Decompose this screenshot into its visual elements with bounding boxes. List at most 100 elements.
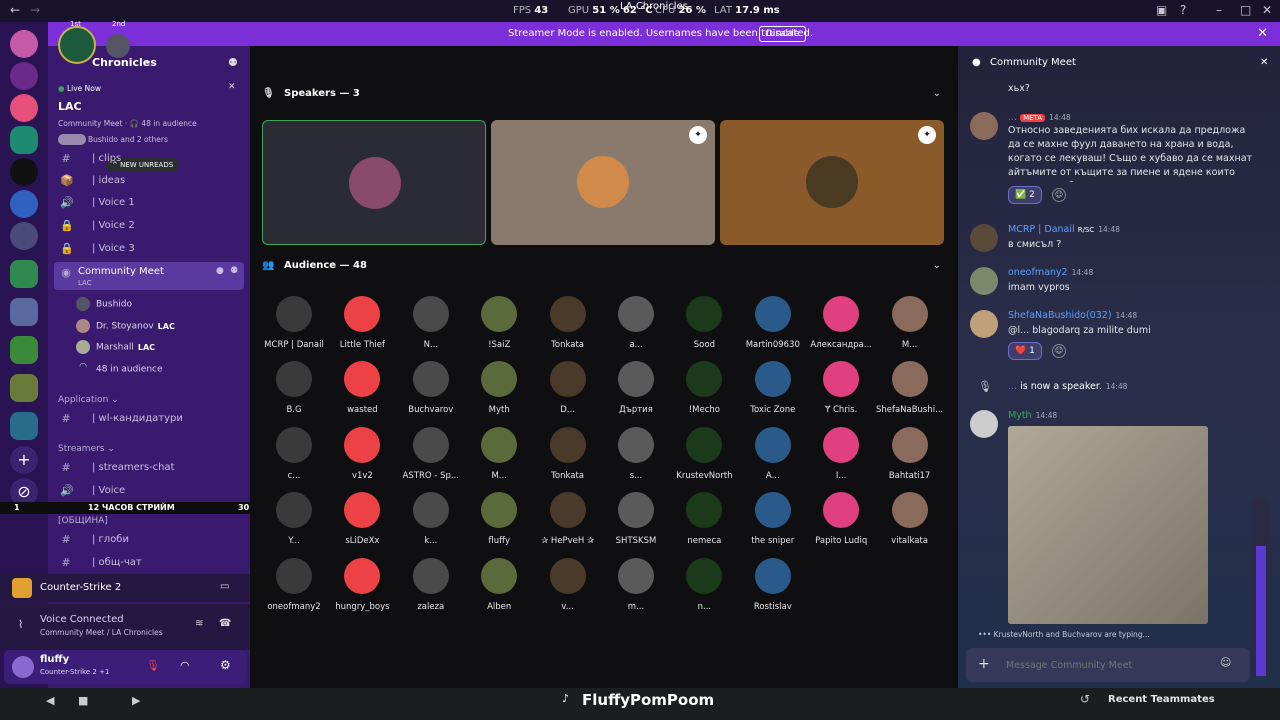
audience-member[interactable]: !Mecho [670, 361, 738, 423]
stop-icon[interactable]: ■ [78, 694, 88, 707]
server-folder[interactable] [10, 260, 38, 288]
minimize-icon[interactable]: – [1216, 3, 1222, 17]
close-chat-icon[interactable]: ✕ [1260, 57, 1268, 68]
audience-member[interactable]: nemeca [670, 492, 738, 554]
server-folder[interactable] [10, 374, 38, 402]
audience-member[interactable]: oneofmany2 [260, 557, 328, 620]
audience-member[interactable]: SHTSKSM [602, 492, 670, 554]
disable-button[interactable]: Disable [759, 26, 807, 42]
previous-icon[interactable]: ◀ [46, 694, 54, 707]
avatar[interactable] [970, 112, 998, 140]
stage-speaker[interactable]: Dr. Stoyanov LAC [76, 319, 175, 333]
server-icon[interactable] [10, 190, 38, 218]
channel-voice-1[interactable]: 🔊 | Voice 1 [48, 192, 250, 214]
audience-member[interactable]: B.G [260, 361, 328, 423]
audience-member[interactable]: Sood [670, 296, 738, 358]
share-screen-icon[interactable]: ▭ [220, 581, 229, 592]
emoji-icon[interactable]: ☺ [1220, 656, 1231, 669]
audience-member[interactable]: Александра... [807, 296, 875, 358]
audience-member[interactable]: sLiDeXx [328, 492, 396, 554]
audience-member[interactable]: Myth [465, 361, 533, 423]
audience-member[interactable]: Tonkata [534, 426, 602, 489]
speaker-tile[interactable]: ✦ [720, 120, 944, 245]
audience-member[interactable]: Papito Ludiq [807, 492, 875, 554]
audience-member[interactable]: Alben [465, 557, 533, 620]
audience-member[interactable]: Tonkata [534, 296, 602, 358]
next-icon[interactable]: ▶ [132, 694, 140, 707]
chevron-down-icon[interactable]: ⌄ [933, 88, 941, 99]
server-folder[interactable] [10, 298, 38, 326]
message-author[interactable]: ... [1008, 381, 1017, 392]
server-folder[interactable] [10, 336, 38, 364]
add-member-icon[interactable]: ⚉ [230, 266, 238, 276]
audience-member[interactable]: zaleza [397, 557, 465, 620]
audience-member[interactable]: wasted [328, 361, 396, 423]
add-attachment-icon[interactable]: + [978, 656, 990, 672]
audience-member[interactable]: k... [397, 492, 465, 554]
audience-member[interactable]: Little Thief [328, 296, 396, 358]
channel-clips[interactable]: # | clips [48, 148, 250, 170]
avatar[interactable] [970, 410, 998, 438]
audience-member[interactable]: ShefaNaBushi... [876, 361, 944, 423]
chevron-down-icon[interactable]: ⌄ [933, 260, 941, 271]
audience-member[interactable]: A... [739, 426, 807, 489]
disconnect-icon[interactable]: ☎ [219, 618, 231, 629]
audience-member[interactable]: ✰ НеРvеН ✰ [534, 492, 602, 554]
audience-member[interactable]: M... [876, 296, 944, 358]
avatar[interactable] [12, 656, 34, 678]
audience-member[interactable]: Дъртия [602, 361, 670, 423]
live-title[interactable]: LAC [58, 100, 82, 113]
speaker-tile[interactable] [262, 120, 486, 245]
audience-member[interactable]: c... [260, 426, 328, 489]
back-arrow-icon[interactable]: ← [10, 3, 20, 17]
audience-member[interactable]: vitalkata [876, 492, 944, 554]
server-icon[interactable] [10, 94, 38, 122]
stage-speaker[interactable]: Bushido [76, 297, 132, 311]
audience-member[interactable]: KrustevNorth [670, 426, 738, 489]
recent-teammates[interactable]: Recent Teammates [1108, 694, 1215, 705]
server-icon-active[interactable] [10, 126, 38, 154]
audience-member[interactable]: ASTRO - Sp... [397, 426, 465, 489]
audience-member[interactable]: D... [534, 361, 602, 423]
stage-audience-count[interactable]: ◠ 48 in audience [76, 362, 162, 376]
add-reaction-icon[interactable]: ☺ [1052, 344, 1066, 358]
audience-member[interactable]: n... [670, 557, 738, 620]
audience-member[interactable]: v... [534, 557, 602, 620]
gear-icon[interactable]: ⚙ [220, 658, 231, 672]
channel-streamers-chat[interactable]: # | streamers-chat [48, 457, 250, 479]
audience-member[interactable]: !SaiZ [465, 296, 533, 358]
channel-voice-3[interactable]: 🔒 | Voice 3 [48, 238, 250, 260]
audience-member[interactable]: N... [397, 296, 465, 358]
audience-member[interactable]: the sniper [739, 492, 807, 554]
audience-member[interactable]: a... [602, 296, 670, 358]
headphones-icon[interactable]: ◠ [180, 659, 190, 672]
close-banner-icon[interactable]: ✕ [1257, 22, 1268, 46]
server-icon[interactable] [10, 62, 38, 90]
server-icon[interactable] [10, 158, 38, 186]
maximize-icon[interactable]: □ [1240, 3, 1251, 17]
avatar[interactable] [970, 310, 998, 338]
avatar[interactable] [970, 224, 998, 252]
avatar[interactable] [970, 267, 998, 295]
audience-member[interactable]: Bahtati17 [876, 426, 944, 489]
gif-attachment[interactable] [1008, 426, 1208, 624]
server-icon[interactable] [10, 222, 38, 250]
stage-community-meet[interactable]: ◉ Community Meet LAC ● ⚉ [54, 262, 244, 290]
speaker-tile[interactable]: ✦ [491, 120, 715, 245]
waveform-icon[interactable]: ≋ [195, 618, 203, 629]
audience-member[interactable]: Y... [260, 492, 328, 554]
audience-member[interactable]: Ɏ Chris. [807, 361, 875, 423]
category-application[interactable]: Application ⌄ [58, 395, 119, 405]
audience-member[interactable]: I... [807, 426, 875, 489]
add-reaction-icon[interactable]: ☺ [1052, 188, 1066, 202]
reaction-pill[interactable]: ❤️ 1 [1008, 342, 1042, 360]
channel-voice-2[interactable]: 🔒 | Voice 2 [48, 215, 250, 237]
chat-bubble-icon[interactable]: ● [216, 266, 224, 276]
audience-member[interactable]: Buchvarov [397, 361, 465, 423]
server-folder[interactable] [10, 412, 38, 440]
audience-member[interactable]: M... [465, 426, 533, 489]
channel-wl[interactable]: # | wl-кандидатури [48, 408, 250, 430]
add-server-icon[interactable]: + [10, 446, 38, 474]
category-streamers[interactable]: Streamers ⌄ [58, 444, 115, 454]
audience-member[interactable]: s... [602, 426, 670, 489]
